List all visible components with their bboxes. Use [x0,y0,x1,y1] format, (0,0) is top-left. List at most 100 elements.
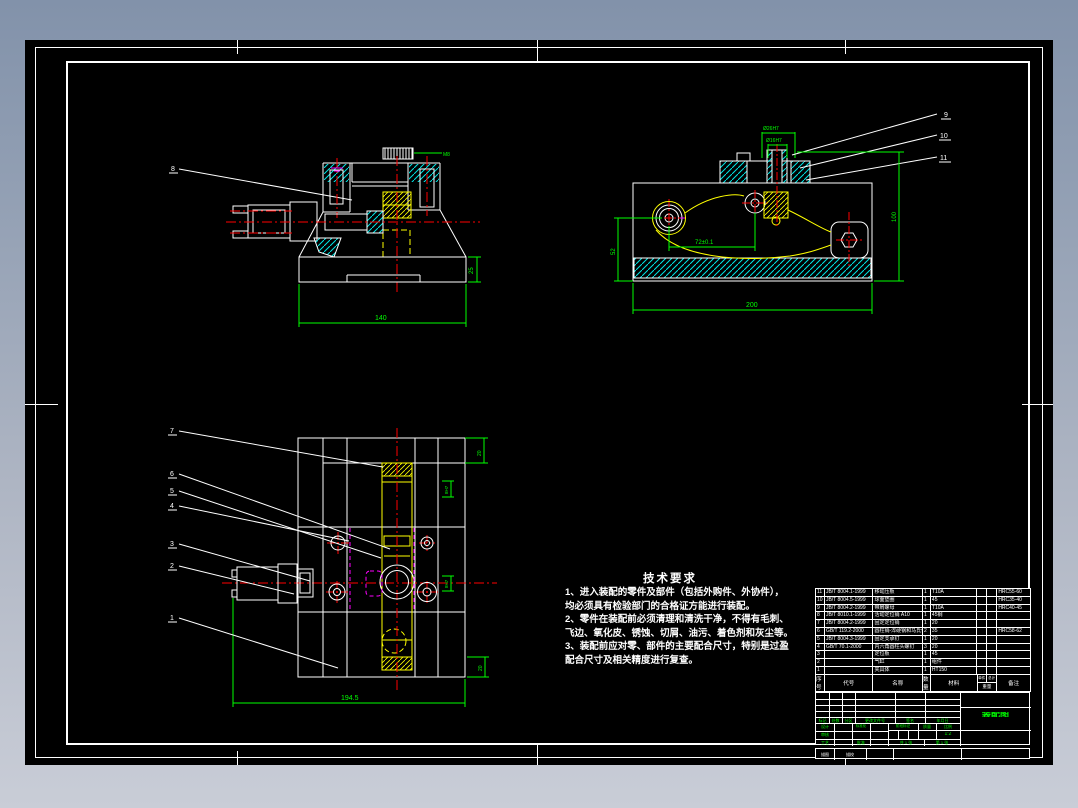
parts-header-cell: 序号 [816,674,825,692]
parts-row: 2 气缸 1 组件 [816,659,1030,667]
parts-cell [977,651,988,659]
centering-mark-bottom [537,745,538,765]
strip-label: 描校 [846,752,854,757]
parts-cell [977,604,988,612]
scale-label: 比例 [944,724,952,729]
parts-cell: HRC55-60 [998,589,1022,595]
parts-cell: T10A [931,589,978,596]
parts-cell: 11 [816,589,825,596]
dimension-label: Ø16H7 [766,138,782,144]
parts-cell [977,643,988,651]
parts-cell [977,589,988,596]
parts-cell: 固定支承钉 [873,635,923,643]
parts-cell: 1 [923,620,931,627]
dimension-label: 20 [478,665,484,671]
sign-label-check: 审核 [821,732,829,737]
parts-cell: 定位板 [873,651,923,659]
parts-cell: GB/T 70.1-2000 [825,643,874,651]
centering-mark-right [1022,404,1053,405]
parts-cell: 20 [931,620,978,627]
sheet-total: 共 1 张 [899,740,913,745]
dimension-label: 20 [477,450,483,456]
dimension-label: 100 [892,211,898,222]
dimension-label: 8H7 [444,579,449,588]
parts-cell [987,635,998,643]
leader-label: 4 [170,503,174,510]
parts-cell: 6 [816,627,825,635]
stage-label: 阶段标记 [896,724,910,728]
parts-cell [977,627,988,635]
plan-view: 20 8H7 8H7 20 194.5 7 6 5 4 3 2 1 [168,428,497,707]
parts-cell [977,596,988,604]
dimension-label: 52 [611,248,617,255]
centering-mark-top-right [845,40,846,54]
parts-row: 7 JB/T 8004.2-1999 固定定位销 1 20 [816,620,1030,628]
sign-label-approve: 批准 [857,740,865,745]
leader-label: 5 [170,488,174,495]
parts-cell: 2 [816,659,825,666]
parts-cell: 1 [923,659,931,666]
parts-cell: 1 [923,651,931,659]
tech-requirements-line: 飞边、氧化皮、锈蚀、切屑、油污、着色剂和灰尘等。 [565,627,794,639]
parts-cell: 1 [816,666,825,674]
parts-header-weight: 单件 总计 重量 [977,674,998,692]
parts-cell: 1 [923,635,931,643]
parts-cell: 9 [816,604,825,612]
parts-cell: 内六角圆柱头螺钉 [873,643,923,651]
drawing-title: 装配图 [981,712,1009,717]
parts-cell [997,667,1030,674]
parts-header-cell: 材料 [931,674,978,692]
parts-cell: 圆柱销-淬硬钢和马氏体不锈钢 A8 [874,627,923,635]
parts-cell: 20 [931,635,978,643]
centering-mark-left [25,404,58,405]
leader-label: 3 [170,541,174,548]
mass-label: 质量 [923,724,931,729]
front-view: 8 M8 140 25 [169,147,481,327]
parts-list-header: 序号 代号 名称 数量 材料 单件 总计 重量 备注 [816,674,1030,692]
tech-requirements-line: 均必须具有检验部门的合格证方能进行装配。 [565,600,756,612]
parts-cell: 带肩螺母 [873,604,923,612]
parts-cell [977,620,988,627]
parts-cell [987,627,998,635]
cad-viewer-window: 8 M8 140 25 Ø26H7 Ø16H7 9 10 11 72±0.1 5… [0,0,1078,808]
parts-cell: 45 [931,596,978,604]
dimension-label: 25 [469,267,475,274]
parts-cell [987,589,998,596]
parts-cell [987,596,998,604]
parts-cell [987,666,998,674]
tech-requirements: 技术要求 1、进入装配的零件及部件（包括外购件、外协件）， 均必须具有检验部门的… [565,570,805,668]
parts-list-rows: 11 JB/T 8004.1-1999 移动压板 1 T10A HRC55-60 10 JB/… [816,589,1030,675]
parts-row: 1 夹具体 1 HT150 [816,666,1030,675]
title-block-bottom-strip: 描图 描校 [815,748,1030,760]
parts-cell [997,651,1030,658]
parts-cell [987,604,998,612]
sheet-number: 第 1 张 [935,740,949,745]
parts-cell: 7 [816,620,825,627]
tech-requirements-line: 配合尺寸及相关精度进行复查。 [565,654,699,666]
parts-cell: 5 [816,635,825,643]
leader-label: 8 [171,166,175,173]
parts-cell [825,666,874,674]
parts-cell: 活动定位销 A10 [873,612,923,620]
parts-cell: JB/T 8004.3-1999 [825,635,874,643]
parts-cell: 移动压板 [873,589,923,596]
parts-cell [997,659,1030,666]
sign-label-design: 设计 [821,724,829,729]
parts-cell [987,612,998,620]
parts-cell [825,651,874,659]
strip-label: 描图 [821,752,829,757]
parts-cell: 35 [931,627,978,635]
parts-cell: HRC40-45 [998,604,1022,611]
parts-cell: 球面垫圈 [873,596,923,604]
parts-list-table: 11 JB/T 8004.1-1999 移动压板 1 T10A HRC55-60 10 JB/… [815,588,1031,692]
centering-mark-top [537,40,538,61]
parts-cell: 45 [931,651,978,659]
centering-mark-bottom-left [237,751,238,765]
dimension-label: M8 [443,152,450,158]
parts-cell: T10A [931,604,978,612]
dimension-label: 72±0.1 [695,240,714,246]
title-block: 标记 处数 分区 更改文件号 签名 年月日 设计 标准化 审核 工艺 批准 阶段… [815,692,1031,746]
parts-row: 8 JB/T 8010.1-1999 活动定位销 A10 1 45钢 [816,612,1030,621]
parts-row: 5 JB/T 8004.3-1999 固定支承钉 1 20 [816,635,1030,644]
parts-cell: 1 [923,589,931,596]
